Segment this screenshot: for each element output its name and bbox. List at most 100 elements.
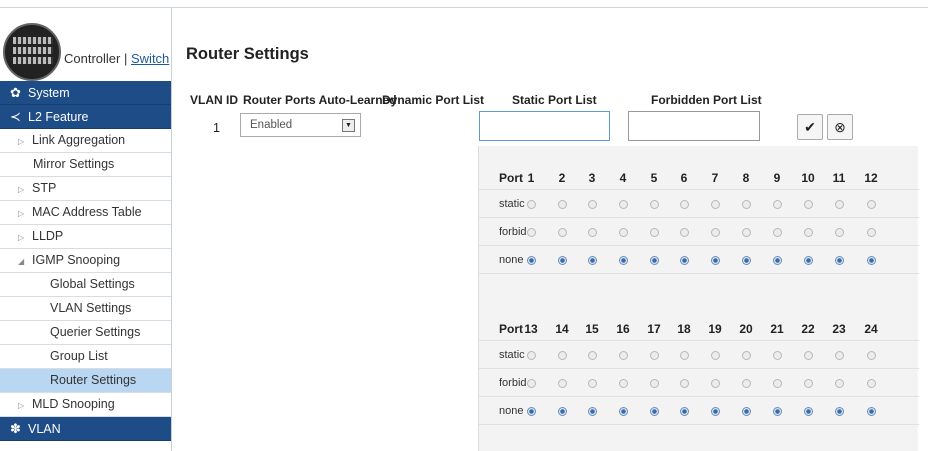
sidebar-item-lldp[interactable]: ▷ LLDP (0, 225, 171, 249)
port-8-none-radio[interactable] (741, 256, 751, 265)
port-10-forbid-radio[interactable] (803, 228, 813, 237)
caret-down-icon[interactable]: ◢ (18, 250, 28, 273)
port-3-static-radio[interactable] (587, 200, 597, 209)
port-18-none-radio[interactable] (679, 407, 689, 416)
port-2-forbid-radio[interactable] (557, 228, 567, 237)
port-23-static-radio[interactable] (834, 351, 844, 360)
port-24-static-radio[interactable] (866, 351, 876, 360)
port-19-forbid-radio[interactable] (710, 379, 720, 388)
switch-link[interactable]: Switch (131, 51, 169, 66)
port-23-forbid-radio[interactable] (834, 379, 844, 388)
port-11-static-radio[interactable] (834, 200, 844, 209)
port-24-forbid-radio[interactable] (866, 379, 876, 388)
caret-right-icon[interactable]: ▷ (18, 394, 28, 417)
port-21-none-radio[interactable] (772, 407, 782, 416)
controller-link[interactable]: Controller (64, 51, 120, 66)
port-6-forbid-radio[interactable] (679, 228, 689, 237)
port-22-static-radio[interactable] (803, 351, 813, 360)
port-5-forbid-radio[interactable] (649, 228, 659, 237)
port-18-forbid-radio[interactable] (679, 379, 689, 388)
port-18-static-radio[interactable] (679, 351, 689, 360)
port-11-forbid-radio[interactable] (834, 228, 844, 237)
sidebar-item-mld-snooping[interactable]: ▷ MLD Snooping (0, 393, 171, 417)
port-15-forbid-radio[interactable] (587, 379, 597, 388)
port-17-forbid-radio[interactable] (649, 379, 659, 388)
sidebar-item-l2-feature[interactable]: ≺ L2 Feature (0, 105, 171, 129)
port-20-static-radio[interactable] (741, 351, 751, 360)
port-16-forbid-radio[interactable] (618, 379, 628, 388)
caret-right-icon[interactable]: ▷ (18, 202, 28, 225)
port-23-none-radio[interactable] (834, 407, 844, 416)
port-13-none-radio[interactable] (526, 407, 536, 416)
port-1-forbid-radio[interactable] (526, 228, 536, 237)
caret-right-icon[interactable]: ▷ (18, 130, 28, 153)
port-9-static-radio[interactable] (772, 200, 782, 209)
port-22-forbid-radio[interactable] (803, 379, 813, 388)
sidebar-item-vlan-settings[interactable]: VLAN Settings (0, 297, 171, 321)
port-11-none-radio[interactable] (834, 256, 844, 265)
port-17-none-radio[interactable] (649, 407, 659, 416)
port-8-static-radio[interactable] (741, 200, 751, 209)
dropdown-arrow-icon[interactable]: ▼ (342, 119, 355, 132)
sidebar-item-querier-settings[interactable]: Querier Settings (0, 321, 171, 345)
sidebar-item-system[interactable]: ✿ System (0, 81, 171, 105)
port-5-none-radio[interactable] (649, 256, 659, 265)
port-12-static-radio[interactable] (866, 200, 876, 209)
sidebar-item-mirror-settings[interactable]: Mirror Settings (0, 153, 171, 177)
sidebar-item-global-settings[interactable]: Global Settings (0, 273, 171, 297)
port-7-none-radio[interactable] (710, 256, 720, 265)
sidebar-item-group-list[interactable]: Group List (0, 345, 171, 369)
port-24-none-radio[interactable] (866, 407, 876, 416)
port-7-static-radio[interactable] (710, 200, 720, 209)
port-20-forbid-radio[interactable] (741, 379, 751, 388)
sidebar-item-mac-address-table[interactable]: ▷ MAC Address Table (0, 201, 171, 225)
port-6-static-radio[interactable] (679, 200, 689, 209)
port-2-none-radio[interactable] (557, 256, 567, 265)
port-15-none-radio[interactable] (587, 407, 597, 416)
port-8-forbid-radio[interactable] (741, 228, 751, 237)
port-13-forbid-radio[interactable] (526, 379, 536, 388)
port-13-static-radio[interactable] (526, 351, 536, 360)
sidebar-item-vlan[interactable]: ✽ VLAN (0, 417, 171, 441)
port-22-none-radio[interactable] (803, 407, 813, 416)
port-4-none-radio[interactable] (618, 256, 628, 265)
port-9-none-radio[interactable] (772, 256, 782, 265)
port-14-none-radio[interactable] (557, 407, 567, 416)
port-3-forbid-radio[interactable] (587, 228, 597, 237)
port-1-static-radio[interactable] (526, 200, 536, 209)
port-7-forbid-radio[interactable] (710, 228, 720, 237)
caret-right-icon[interactable]: ▷ (18, 178, 28, 201)
port-19-none-radio[interactable] (710, 407, 720, 416)
sidebar-item-igmp-snooping[interactable]: ◢ IGMP Snooping (0, 249, 171, 273)
port-3-none-radio[interactable] (587, 256, 597, 265)
static-port-list-input[interactable] (479, 111, 610, 141)
port-16-none-radio[interactable] (618, 407, 628, 416)
port-21-forbid-radio[interactable] (772, 379, 782, 388)
port-6-none-radio[interactable] (679, 256, 689, 265)
port-14-forbid-radio[interactable] (557, 379, 567, 388)
port-19-static-radio[interactable] (710, 351, 720, 360)
port-15-static-radio[interactable] (587, 351, 597, 360)
port-12-none-radio[interactable] (866, 256, 876, 265)
port-17-static-radio[interactable] (649, 351, 659, 360)
port-1-none-radio[interactable] (526, 256, 536, 265)
port-10-static-radio[interactable] (803, 200, 813, 209)
port-4-forbid-radio[interactable] (618, 228, 628, 237)
forbidden-port-list-input[interactable] (628, 111, 760, 141)
port-10-none-radio[interactable] (803, 256, 813, 265)
sidebar-item-stp[interactable]: ▷ STP (0, 177, 171, 201)
sidebar-item-link-aggregation[interactable]: ▷ Link Aggregation (0, 129, 171, 153)
sidebar-item-router-settings[interactable]: Router Settings (0, 369, 171, 393)
clear-button[interactable]: ⊗ (827, 114, 853, 140)
port-14-static-radio[interactable] (557, 351, 567, 360)
port-16-static-radio[interactable] (618, 351, 628, 360)
caret-right-icon[interactable]: ▷ (18, 226, 28, 249)
port-21-static-radio[interactable] (772, 351, 782, 360)
port-2-static-radio[interactable] (557, 200, 567, 209)
port-4-static-radio[interactable] (618, 200, 628, 209)
port-9-forbid-radio[interactable] (772, 228, 782, 237)
port-12-forbid-radio[interactable] (866, 228, 876, 237)
auto-learned-select[interactable]: Enabled ▼ (240, 113, 361, 137)
port-5-static-radio[interactable] (649, 200, 659, 209)
port-20-none-radio[interactable] (741, 407, 751, 416)
